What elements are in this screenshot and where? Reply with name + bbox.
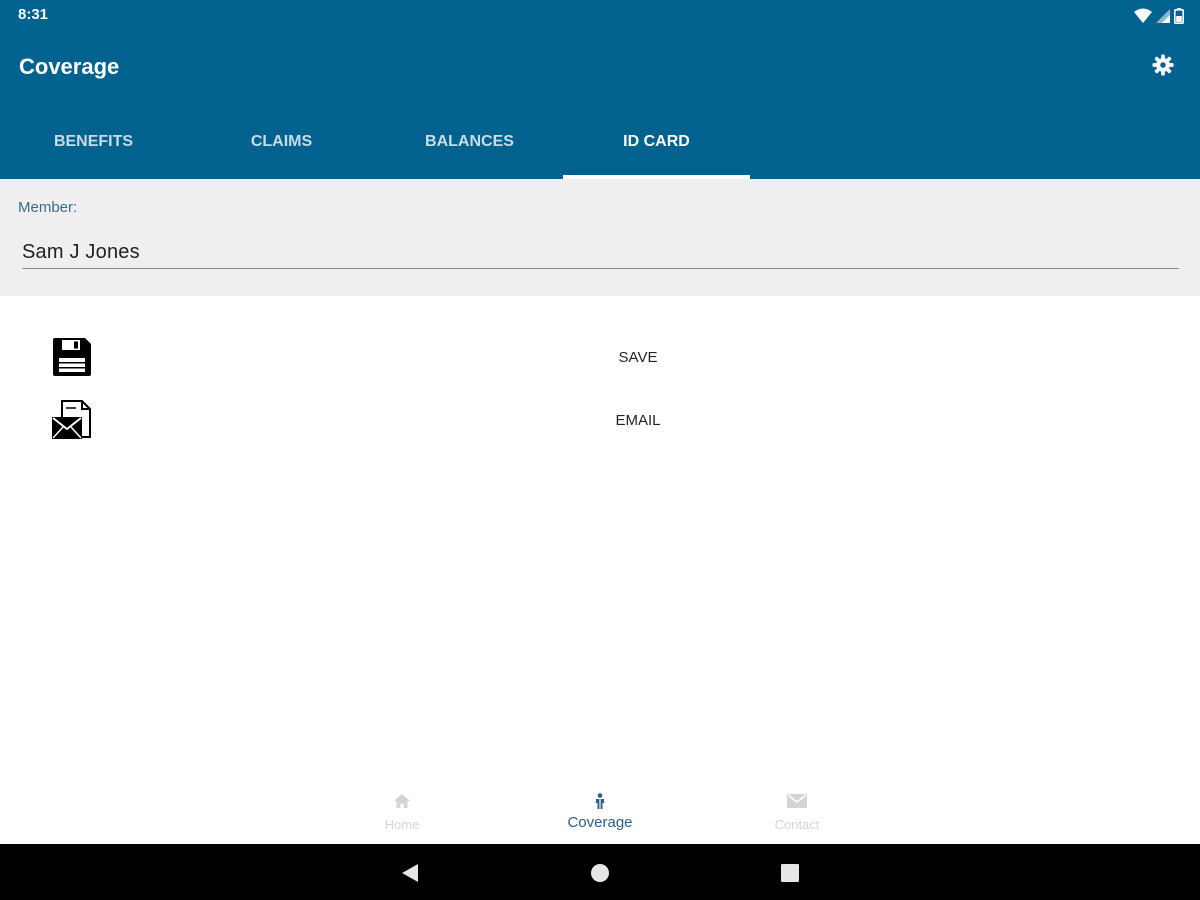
tab-label: BALANCES [425, 133, 514, 150]
tab-claims[interactable]: CLAIMS [188, 105, 375, 179]
system-navigation-bar [0, 844, 1200, 900]
wifi-icon [1134, 8, 1152, 24]
nav-home-label: Home [384, 817, 420, 832]
nav-coverage[interactable]: Coverage [540, 782, 660, 844]
person-icon [595, 792, 605, 810]
envelope-icon [787, 792, 807, 810]
tab-benefits[interactable]: BENEFITS [0, 105, 187, 179]
gear-icon [1152, 53, 1174, 81]
member-dropdown[interactable]: Sam J Jones [22, 231, 1179, 269]
member-value: Sam J Jones [22, 241, 140, 263]
nav-contact[interactable]: Contact [737, 782, 857, 844]
status-bar: 8:31 [0, 0, 1200, 32]
page-title: Coverage [19, 54, 120, 79]
nav-coverage-label: Coverage [567, 814, 633, 831]
tab-id-card[interactable]: ID CARD [563, 105, 750, 179]
save-label: SAVE [618, 349, 658, 366]
settings-button[interactable] [1150, 53, 1176, 81]
bottom-navigation: Home Coverage Contact [0, 782, 1200, 844]
tab-label: ID CARD [623, 133, 690, 150]
recent-apps-icon[interactable] [779, 862, 801, 884]
status-icons [1134, 6, 1184, 26]
nav-contact-label: Contact [774, 817, 820, 832]
tab-balances[interactable]: BALANCES [376, 105, 563, 179]
status-time: 8:31 [18, 6, 49, 23]
email-button[interactable]: EMAIL [0, 393, 1200, 445]
cell-signal-icon [1156, 9, 1170, 23]
home-icon [394, 792, 410, 810]
tab-bar: BENEFITS CLAIMS BALANCES ID CARD [0, 105, 750, 179]
member-panel: Member: Sam J Jones [0, 179, 1200, 296]
app-header: 8:31 Coverage BENEFITS CLAIMS BALANCES I… [0, 0, 1200, 179]
save-button[interactable]: SAVE [0, 330, 1200, 382]
back-icon[interactable] [398, 862, 420, 884]
home-circle-icon[interactable] [589, 862, 611, 884]
tab-label: CLAIMS [250, 133, 313, 150]
member-label: Member: [18, 199, 78, 216]
email-label: EMAIL [615, 412, 661, 429]
battery-icon [1174, 8, 1184, 24]
nav-home[interactable]: Home [342, 782, 462, 844]
app-root: 8:31 Coverage BENEFITS CLAIMS BALANCES I… [0, 0, 1200, 900]
tab-label: BENEFITS [53, 133, 134, 150]
